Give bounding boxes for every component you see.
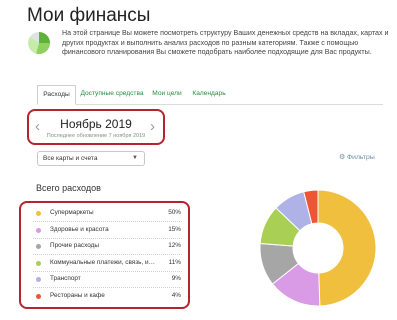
category-name: Рестораны и кафе [50,292,105,299]
expenses-donut-chart [259,189,377,306]
category-row[interactable]: Супермаркеты 50% [21,206,188,222]
next-month-arrow[interactable]: › [150,118,155,135]
period-selector: ‹ Ноябрь 2019 Последнее обновление 7 ноя… [27,109,165,145]
account-select[interactable]: Все карты и счета ▼ [37,151,145,166]
filters-link[interactable]: ⚙ Фильтры [339,153,375,161]
category-name: Здоровье и красота [50,225,109,233]
category-row[interactable]: Рестораны и кафе 4% [21,289,188,305]
category-color-dot [36,260,41,266]
donut-slice[interactable] [317,189,377,306]
category-percent: 9% [171,275,181,283]
category-name: Супермаркеты [50,209,94,216]
page-title: Мои финансы [27,5,151,26]
tab-bar: Расходы Доступные средства Мои цели Кале… [37,85,383,105]
month-label: Ноябрь 2019 [60,117,132,131]
account-select-value: Все карты и счета [43,155,98,162]
tab-calendar[interactable]: Календарь [189,85,229,103]
expenses-heading: Всего расходов [36,183,101,193]
category-name: Прочие расходы [50,242,99,250]
category-percent: 50% [168,209,181,216]
category-percent: 12% [168,242,181,250]
category-color-dot [36,227,41,233]
category-name: Транспорт [50,275,81,283]
tab-expenses[interactable]: Расходы [37,85,76,105]
category-color-dot [36,244,41,250]
category-list: Супермаркеты 50% Здоровье и красота 15% Проч… [19,201,190,309]
category-percent: 4% [171,292,181,299]
intro-text: На этой странице Вы можете посмотреть ст… [62,29,389,57]
category-row[interactable]: Транспорт 9% [21,272,188,289]
finance-pie-icon [28,32,51,55]
category-row[interactable]: Коммунальные платежи, связь, и… 11% [21,256,188,272]
chevron-down-icon: ▼ [132,155,138,161]
category-percent: 15% [168,225,181,233]
category-color-dot [36,294,41,299]
category-percent: 11% [168,258,181,266]
last-updated-text: Последнее обновление 7 ноября 2019 [46,133,146,139]
filters-label: Фильтры [346,154,375,161]
category-row[interactable]: Прочие расходы 12% [21,239,188,256]
category-color-dot [36,211,41,216]
gear-icon: ⚙ [339,154,346,161]
category-color-dot [36,277,41,283]
category-name: Коммунальные платежи, связь, и… [50,258,156,266]
tab-available-funds[interactable]: Доступные средства [78,85,146,103]
tab-my-goals[interactable]: Мои цели [149,85,185,103]
category-row[interactable]: Здоровье и красота 15% [21,223,188,239]
